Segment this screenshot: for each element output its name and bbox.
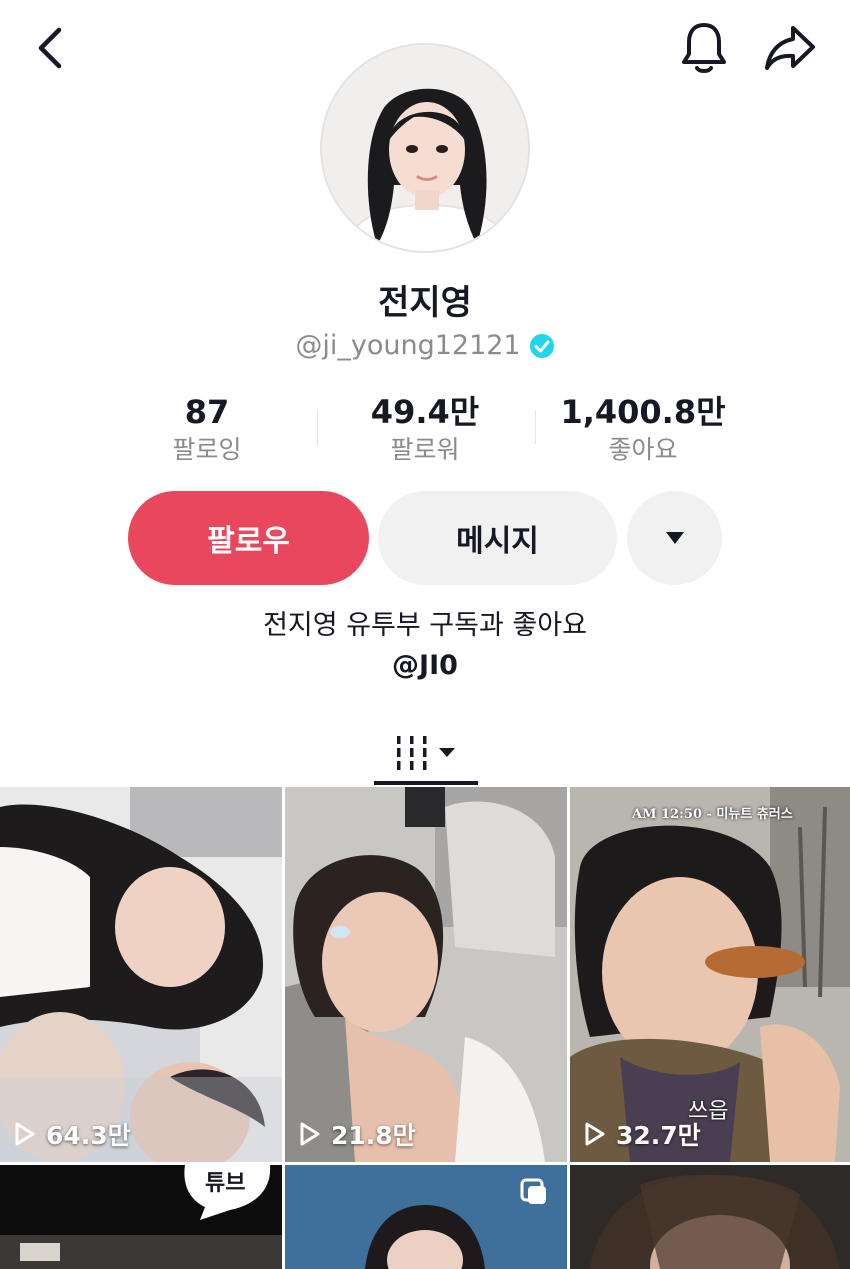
stat-followers[interactable]: 49.4만 팔로워: [315, 392, 535, 468]
play-outline-icon: [15, 1122, 35, 1146]
profile-display-name: 전지영: [378, 283, 472, 323]
profile-stats: 87 팔로잉 49.4만 팔로워 1,400.8만 좋아요: [0, 392, 850, 472]
tab-active-indicator: [374, 781, 478, 785]
profile-avatar[interactable]: [320, 43, 530, 253]
grid-bars-icon: [397, 736, 455, 770]
notification-bell-button[interactable]: [674, 18, 734, 78]
bio-text: 전지영 유투부 구독과 좋아요: [263, 610, 587, 641]
message-button[interactable]: 메시지: [378, 491, 617, 585]
video-thumbnail-image: [285, 787, 567, 1162]
stat-followers-value: 49.4만: [370, 393, 480, 431]
stat-following-value: 87: [184, 393, 230, 431]
bell-icon: [682, 23, 726, 73]
caret-down-icon: [665, 532, 684, 544]
chevron-left-icon: [38, 27, 62, 69]
profile-bio: 전지영 유투부 구독과 좋아요 @JI0: [0, 606, 850, 686]
video-thumbnail-image: [570, 1165, 850, 1269]
video-tile[interactable]: 튜브: [0, 1165, 282, 1269]
back-button[interactable]: [22, 20, 78, 76]
video-views-text: 21.8만: [331, 1121, 416, 1150]
video-tile[interactable]: 64.3만: [0, 787, 282, 1162]
content-tabs: [0, 718, 850, 788]
video-view-count: 32.7만: [584, 1116, 701, 1152]
video-tile[interactable]: AM 12:50 - 미뉴트 츄러스 쓰읍 32.7만: [570, 787, 850, 1162]
share-arrow-icon: [765, 26, 815, 70]
multi-photo-icon: [520, 1178, 546, 1204]
video-view-count: 21.8만: [299, 1116, 416, 1152]
avatar-portrait-image: [322, 45, 528, 251]
video-thumbnail-image: [0, 787, 282, 1162]
play-outline-icon: [585, 1122, 605, 1146]
video-overlay-time: AM 12:50 - 미뉴트 츄러스: [632, 807, 793, 822]
stat-likes[interactable]: 1,400.8만 좋아요: [533, 392, 753, 468]
tab-videos[interactable]: [374, 718, 478, 788]
video-view-count: 64.3만: [14, 1116, 131, 1152]
profile-actions: 팔로우 메시지: [0, 491, 850, 587]
play-outline-icon: [300, 1122, 320, 1146]
stat-likes-value: 1,400.8만: [560, 393, 726, 431]
stat-followers-label: 팔로워: [390, 435, 460, 464]
video-overlay-text: 튜브: [205, 1171, 246, 1196]
stat-likes-label: 좋아요: [608, 435, 678, 464]
profile-handle-row: @ji_young12121: [0, 330, 850, 361]
video-grid: 64.3만 21.8만 AM 12:50 - 미뉴트 츄러스 쓰읍 32.7만 …: [0, 787, 850, 1269]
verified-badge-icon: [529, 333, 554, 358]
more-options-button[interactable]: [627, 491, 722, 585]
stat-following[interactable]: 87 팔로잉: [97, 392, 317, 468]
video-tile[interactable]: [285, 1165, 567, 1269]
bio-mention-link[interactable]: @JI0: [0, 646, 850, 686]
profile-handle: @ji_young12121: [295, 330, 521, 361]
video-tile[interactable]: [570, 1165, 850, 1269]
video-views-text: 32.7만: [616, 1121, 701, 1150]
follow-button[interactable]: 팔로우: [128, 491, 369, 585]
video-tile[interactable]: 21.8만: [285, 787, 567, 1162]
video-views-text: 64.3만: [46, 1121, 131, 1150]
share-button[interactable]: [758, 18, 822, 78]
stat-following-label: 팔로잉: [172, 435, 242, 464]
